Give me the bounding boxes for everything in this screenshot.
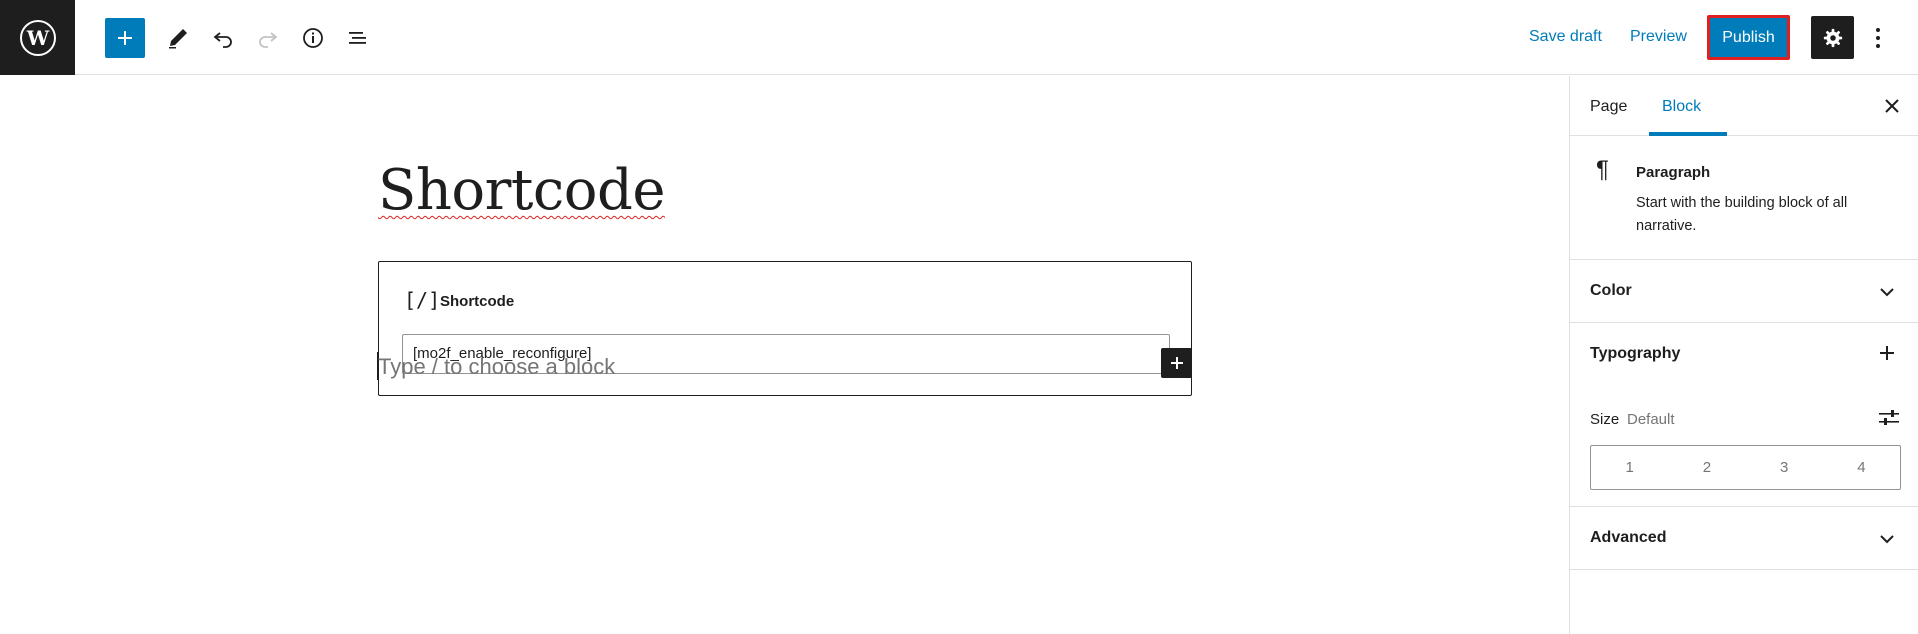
inline-add-block-button[interactable] [1161, 348, 1192, 378]
pencil-icon [169, 29, 187, 49]
font-size-option-3[interactable]: 3 [1746, 446, 1823, 489]
advanced-panel-toggle[interactable]: Advanced [1570, 507, 1918, 570]
gear-icon [1823, 28, 1842, 47]
add-block-button[interactable] [105, 18, 145, 58]
editor-top-toolbar: W Save draft Preview Publish [0, 0, 1918, 75]
typography-options-button[interactable] [1877, 343, 1897, 363]
undo-button[interactable] [203, 18, 243, 58]
more-vertical-icon [1876, 28, 1880, 48]
redo-icon [259, 32, 278, 48]
sidebar-tabs: Page Block [1570, 76, 1918, 136]
details-button[interactable] [293, 18, 333, 58]
close-sidebar-button[interactable] [1878, 92, 1906, 120]
advanced-panel-title: Advanced [1590, 529, 1667, 546]
font-size-option-1[interactable]: 1 [1591, 446, 1668, 489]
publish-button[interactable]: Publish [1707, 15, 1790, 60]
typography-panel-title[interactable]: Typography [1590, 345, 1680, 363]
block-card: ¶ Paragraph Start with the building bloc… [1570, 136, 1918, 260]
svg-text:W: W [25, 26, 49, 50]
close-icon [1885, 99, 1899, 113]
save-draft-button[interactable]: Save draft [1529, 28, 1602, 46]
settings-sliders-icon [1879, 410, 1899, 425]
chevron-down-icon [1877, 282, 1897, 302]
plus-icon [1170, 357, 1183, 369]
wordpress-logo-button[interactable]: W [0, 0, 75, 75]
font-size-label: Size [1590, 411, 1620, 428]
color-panel-toggle[interactable]: Color [1570, 260, 1918, 323]
shortcode-icon: [/] [404, 288, 441, 312]
font-size-option-2[interactable]: 2 [1668, 446, 1745, 489]
chevron-down-icon [1877, 529, 1897, 549]
tab-page[interactable]: Page [1590, 98, 1627, 116]
tab-block[interactable]: Block [1662, 98, 1701, 116]
editor-canvas: Shortcode [/] Shortcode [mo2f_enable_rec… [0, 76, 1569, 634]
font-size-option-4[interactable]: 4 [1823, 446, 1900, 489]
empty-block-placeholder[interactable]: Type / to choose a block [378, 354, 615, 380]
custom-size-button[interactable] [1876, 405, 1902, 431]
list-view-icon [349, 32, 366, 44]
shortcode-block-label: Shortcode [440, 293, 515, 310]
color-panel-title: Color [1590, 282, 1632, 299]
tools-button[interactable] [158, 18, 198, 58]
font-size-picker: 1 2 3 4 [1590, 445, 1901, 490]
undo-icon [213, 32, 232, 48]
block-card-title: Paragraph [1636, 164, 1711, 181]
preview-button[interactable]: Preview [1630, 28, 1687, 46]
settings-sidebar: Page Block ¶ Paragraph Start with the bu… [1569, 76, 1918, 634]
plus-icon [118, 31, 132, 45]
info-icon [303, 28, 323, 48]
redo-button[interactable] [248, 18, 288, 58]
settings-button[interactable] [1811, 16, 1854, 59]
post-title[interactable]: Shortcode [378, 158, 665, 223]
wordpress-icon: W [19, 19, 56, 56]
list-view-button[interactable] [338, 18, 378, 58]
font-size-value: Default [1627, 411, 1675, 428]
block-card-description: Start with the building block of all nar… [1636, 195, 1848, 234]
paragraph-icon: ¶ [1596, 156, 1609, 183]
options-menu-button[interactable] [1866, 18, 1890, 58]
plus-icon [1880, 346, 1894, 360]
